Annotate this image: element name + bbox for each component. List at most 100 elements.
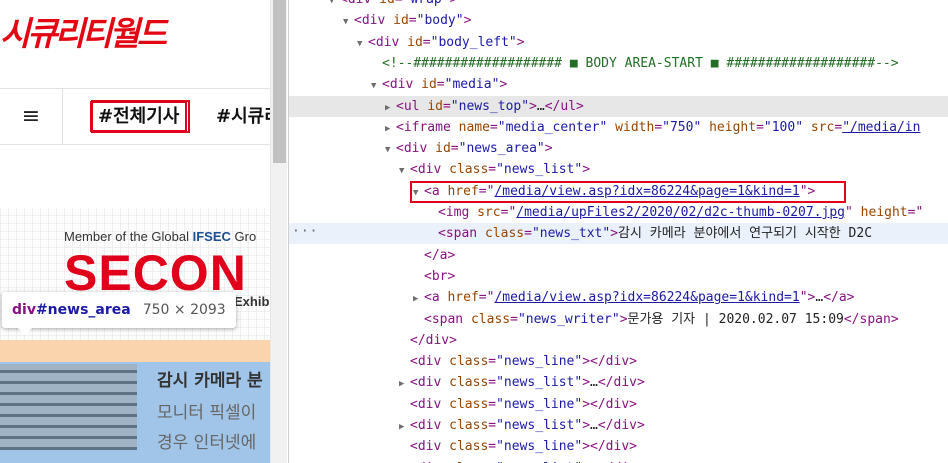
nav-tab-all-label: #전체기사 bbox=[90, 101, 188, 132]
dom-token: id bbox=[435, 141, 451, 157]
dom-token: class bbox=[449, 418, 489, 433]
nav-tab-all-articles[interactable]: #전체기사 bbox=[90, 89, 188, 144]
collapse-triangle-icon[interactable]: ▼ bbox=[385, 140, 396, 161]
dom-node-line[interactable]: <img src="/media/upFiles2/2020/02/d2c-th… bbox=[289, 202, 948, 223]
dom-token: "100" bbox=[763, 119, 804, 135]
dom-token: "wrap" bbox=[403, 0, 450, 7]
dom-token: class bbox=[449, 396, 489, 412]
dom-node-line[interactable]: ▶ <a href="/media/view.asp?idx=86224&page… bbox=[289, 287, 948, 308]
dom-node-line[interactable]: ▶ <ul id="news_top">…</ul> bbox=[289, 95, 948, 119]
dom-token: … bbox=[590, 375, 598, 391]
nav-tab-security[interactable]: #시큐리 bbox=[216, 89, 270, 144]
dom-token: > bbox=[544, 141, 553, 157]
dom-node-line[interactable]: ▼<div id="wrap"> bbox=[289, 0, 948, 10]
page-scrollbar-thumb[interactable] bbox=[273, 0, 286, 163]
dom-token[interactable]: /media/view.asp?idx=86224&page=1&kind=1 bbox=[494, 290, 799, 305]
dom-node-line[interactable]: </a> bbox=[289, 245, 948, 266]
dom-token[interactable]: "/media/in bbox=[842, 120, 920, 135]
dom-node-line[interactable]: ▼ <div id="media"> bbox=[289, 74, 948, 95]
dom-node-line[interactable]: <!--################### ■ BODY AREA-STAR… bbox=[289, 53, 948, 74]
collapse-triangle-icon[interactable]: ▼ bbox=[329, 0, 340, 12]
site-logo[interactable]: 시큐리티월드 bbox=[0, 14, 270, 54]
collapse-triangle-icon[interactable]: ▼ bbox=[357, 34, 368, 55]
web-page-pane: 시큐리티월드 ≡ #전체기사 #시큐리 Member of the Global… bbox=[0, 0, 270, 463]
dom-node-line[interactable]: ▶<div class="news_list">…</div> bbox=[289, 458, 948, 463]
dom-token: height bbox=[709, 119, 757, 135]
dom-token: =" bbox=[478, 183, 495, 199]
dom-node-line[interactable]: </div> bbox=[289, 330, 948, 351]
article-title[interactable]: 감시 카메라 분 bbox=[157, 366, 263, 391]
tooltip-size: 750 × 2093 bbox=[142, 302, 226, 318]
expand-triangle-icon[interactable]: ▶ bbox=[413, 289, 424, 310]
dom-token: "news_list" bbox=[496, 162, 583, 178]
dom-token: "news_line" bbox=[496, 396, 583, 412]
dom-token: id bbox=[379, 0, 395, 7]
dom-token: "news_writer" bbox=[517, 311, 620, 327]
expand-triangle-icon[interactable]: ▶ bbox=[399, 374, 410, 395]
dom-token: 감시 카메라 분야에서 연구되기 시작한 D2C bbox=[618, 226, 873, 242]
dom-token: =" bbox=[907, 205, 924, 220]
collapse-triangle-icon[interactable]: ▼ bbox=[399, 161, 410, 182]
dom-token: </div> bbox=[597, 375, 645, 391]
dom-token: <div bbox=[410, 354, 450, 370]
dom-token: "750" bbox=[662, 119, 702, 135]
dom-node-line[interactable]: <div class="news_line"></div> bbox=[289, 394, 948, 415]
expand-triangle-icon[interactable]: ▶ bbox=[399, 460, 410, 463]
dom-token: <a bbox=[424, 183, 448, 199]
expand-triangle-icon[interactable]: ▶ bbox=[399, 417, 410, 438]
expand-triangle-icon[interactable]: ▶ bbox=[385, 98, 396, 119]
collapse-triangle-icon[interactable]: ▼ bbox=[413, 183, 424, 204]
dom-token: > bbox=[450, 0, 458, 7]
dom-token: class bbox=[449, 162, 489, 178]
dom-token: =" bbox=[500, 205, 517, 220]
dom-token: "news_txt" bbox=[531, 226, 611, 242]
dom-token: > bbox=[582, 439, 591, 455]
dom-token: <div bbox=[354, 13, 394, 29]
dom-token: "body_left" bbox=[430, 34, 517, 50]
dom-node-line[interactable]: <div class="news_line"></div> bbox=[289, 351, 948, 372]
dom-token: = bbox=[488, 418, 497, 433]
dom-token: "news_top" bbox=[450, 98, 530, 114]
gutter-ellipsis-icon[interactable]: ··· bbox=[292, 224, 318, 239]
screen: 시큐리티월드 ≡ #전체기사 #시큐리 Member of the Global… bbox=[0, 0, 948, 463]
dom-token: id bbox=[421, 77, 437, 93]
dom-node-line[interactable]: ▼ <div id="body_left"> bbox=[289, 32, 948, 53]
dom-token bbox=[701, 120, 709, 135]
dom-token: height bbox=[860, 205, 908, 220]
dom-token: name bbox=[458, 119, 490, 135]
dom-node-line[interactable]: ▶ <iframe name="media_center" width="750"… bbox=[289, 117, 948, 138]
dom-token: href bbox=[447, 290, 479, 306]
dom-token: <div bbox=[368, 34, 408, 50]
dom-token: id bbox=[427, 98, 443, 114]
collapse-triangle-icon[interactable]: ▼ bbox=[371, 76, 382, 97]
page-scrollbar[interactable] bbox=[270, 0, 287, 463]
dom-node-line[interactable]: <div class="news_line"></div> bbox=[289, 436, 948, 457]
dom-node-line[interactable]: ▼ <a href="/media/view.asp?idx=86224&page… bbox=[289, 181, 948, 202]
dom-node-line[interactable]: ▼ <div class="news_list"> bbox=[289, 159, 948, 180]
dom-node-line[interactable]: <span class="news_txt">감시 카메라 분야에서 연구되기 … bbox=[289, 223, 948, 245]
dom-token: <br> bbox=[424, 268, 456, 284]
article-thumbnail[interactable] bbox=[0, 364, 137, 450]
dom-node-line[interactable]: ▼ <div id="body"> bbox=[289, 10, 948, 31]
dom-token: > bbox=[619, 311, 628, 327]
dom-token: = bbox=[450, 141, 459, 157]
dom-node-line[interactable]: ▶<div class="news_list">…</div> bbox=[289, 415, 948, 436]
dom-node-line[interactable]: ▶<div class="news_list">…</div> bbox=[289, 372, 948, 393]
dom-node-line[interactable]: <br> bbox=[289, 266, 948, 287]
expand-triangle-icon[interactable]: ▶ bbox=[385, 119, 396, 140]
dom-token: = bbox=[756, 119, 764, 135]
dom-token[interactable]: /media/upFiles2/2020/02/d2c-thumb-0207.j… bbox=[516, 205, 845, 220]
dom-token: " bbox=[845, 205, 861, 220]
article-excerpt-line: 경우 인터넷에 bbox=[157, 433, 257, 453]
dom-token: "body" bbox=[416, 13, 464, 29]
dom-token: > bbox=[499, 77, 508, 93]
dom-token: <a bbox=[424, 290, 448, 306]
menu-icon[interactable]: ≡ bbox=[0, 89, 63, 144]
dom-token[interactable]: /media/view.asp?idx=86224&page=1&kind=1 bbox=[494, 184, 799, 199]
collapse-triangle-icon[interactable]: ▼ bbox=[343, 12, 354, 33]
banner-subtitle: Exhib bbox=[234, 294, 270, 309]
dom-node-line[interactable]: ▼ <div id="news_area"> bbox=[289, 138, 948, 159]
inspect-tooltip: div #news_area 750 × 2093 bbox=[2, 292, 236, 335]
dom-token: > bbox=[582, 418, 591, 433]
dom-node-line[interactable]: <span class="news_writer">문가용 기자 | 2020.… bbox=[289, 309, 948, 330]
